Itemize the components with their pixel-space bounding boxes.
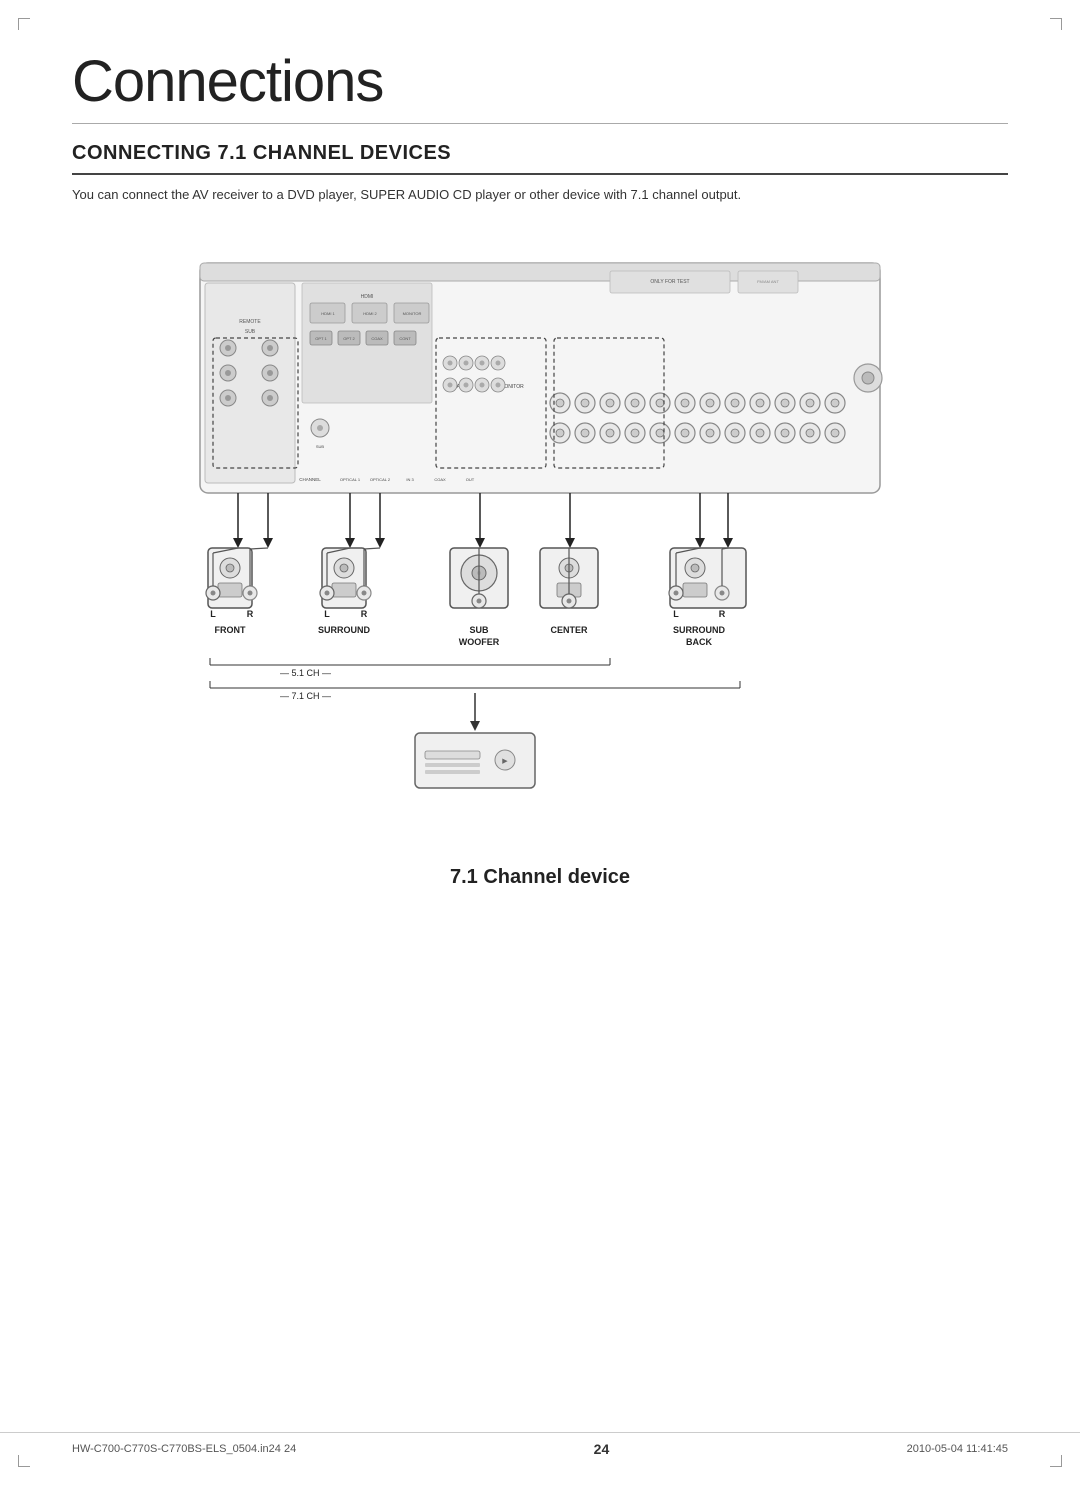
page-footer: HW-C700-C770S-C770BS-ELS_0504.in24 24 24… <box>0 1432 1080 1457</box>
svg-text:COAX: COAX <box>371 336 383 341</box>
svg-text:CENTER: CENTER <box>550 625 588 635</box>
svg-text:MONITOR: MONITOR <box>403 311 422 316</box>
svg-text:WOOFER: WOOFER <box>459 637 500 647</box>
diagram-container: REMOTE SUB HDMI HDMI 1 <box>72 233 1008 889</box>
svg-text:CONT: CONT <box>399 336 411 341</box>
svg-text:CHANNEL: CHANNEL <box>299 477 321 482</box>
svg-text:SUB: SUB <box>245 329 256 335</box>
footer-timestamp: 2010-05-04 11:41:45 <box>907 1443 1008 1455</box>
diagram-caption: 7.1 Channel device <box>450 866 630 889</box>
svg-text:R: R <box>361 609 368 619</box>
svg-text:OUT: OUT <box>466 477 475 482</box>
footer-filename: HW-C700-C770S-C770BS-ELS_0504.in24 24 <box>72 1443 296 1455</box>
diagram-svg: REMOTE SUB HDMI HDMI 1 <box>110 233 970 858</box>
svg-text:OPTICAL 1: OPTICAL 1 <box>340 477 361 482</box>
svg-text:SUB: SUB <box>469 625 489 635</box>
section-heading: CONNECTING 7.1 CHANNEL DEVICES <box>72 142 1008 175</box>
svg-text:ONLY FOR TEST: ONLY FOR TEST <box>650 279 689 285</box>
svg-text:HDMI: HDMI <box>361 294 374 300</box>
svg-text:SUB: SUB <box>316 444 325 449</box>
corner-mark-tl <box>18 18 30 30</box>
footer-page-number: 24 <box>594 1441 610 1457</box>
svg-text:L: L <box>673 609 679 619</box>
svg-text:BACK: BACK <box>686 637 712 647</box>
svg-text:HDMI 2: HDMI 2 <box>363 311 377 316</box>
svg-text:COAX: COAX <box>434 477 446 482</box>
svg-text:OPTICAL 2: OPTICAL 2 <box>370 477 391 482</box>
svg-text:— 5.1 CH —: — 5.1 CH — <box>280 668 331 678</box>
svg-text:FM/AM ANT: FM/AM ANT <box>757 279 779 284</box>
svg-text:— 7.1 CH —: — 7.1 CH — <box>280 691 331 701</box>
svg-text:R: R <box>247 609 254 619</box>
svg-text:HDMI 1: HDMI 1 <box>321 311 335 316</box>
corner-mark-tr <box>1050 18 1062 30</box>
svg-text:L: L <box>210 609 216 619</box>
svg-text:REMOTE: REMOTE <box>239 319 261 325</box>
svg-text:FRONT: FRONT <box>215 625 246 635</box>
svg-text:R: R <box>719 609 726 619</box>
svg-text:L: L <box>324 609 330 619</box>
svg-text:▶: ▶ <box>502 758 508 765</box>
svg-text:IN 3: IN 3 <box>406 477 414 482</box>
svg-text:SURROUND: SURROUND <box>673 625 726 635</box>
svg-text:SURROUND: SURROUND <box>318 625 371 635</box>
svg-text:OPT 2: OPT 2 <box>343 336 355 341</box>
section-description: You can connect the AV receiver to a DVD… <box>72 185 1008 205</box>
page-title: Connections <box>72 48 1008 124</box>
svg-text:OPT 1: OPT 1 <box>315 336 327 341</box>
